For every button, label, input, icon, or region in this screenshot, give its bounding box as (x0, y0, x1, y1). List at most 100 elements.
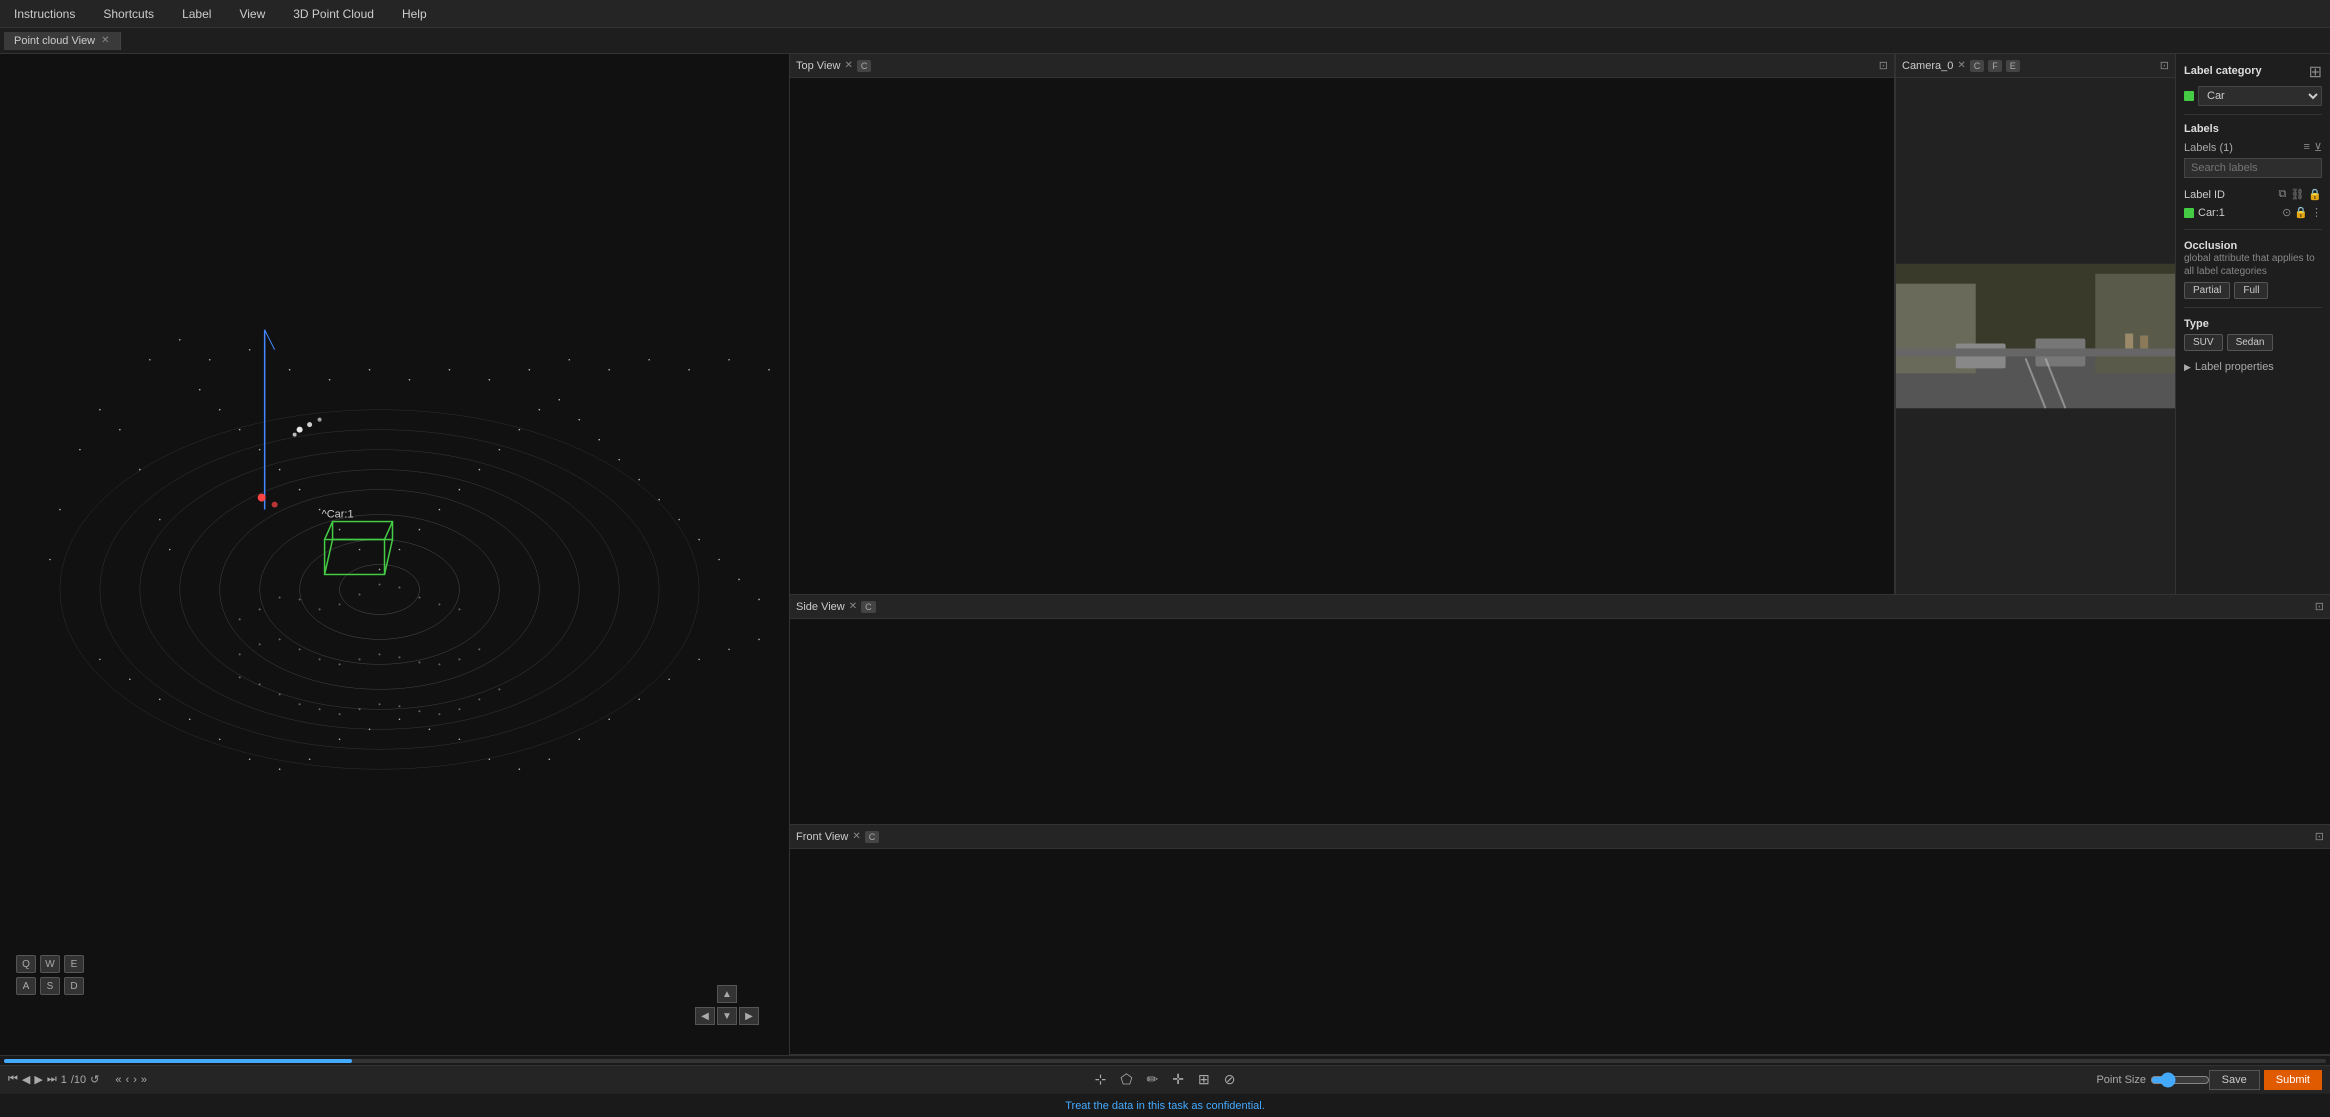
type-sedan-button[interactable]: Sedan (2227, 334, 2274, 351)
select-tool-icon[interactable]: ⊹ (1091, 1069, 1111, 1090)
prev-frame-button[interactable]: ◀ (22, 1073, 30, 1086)
label-id-header-icons: ⧉ ⛓ 🔒 (2278, 188, 2322, 201)
occlusion-title: Occlusion (2184, 240, 2237, 252)
camera-image-svg (1896, 78, 2175, 594)
timeline-track[interactable] (4, 1059, 2326, 1063)
menu-instructions[interactable]: Instructions (8, 5, 81, 23)
menu-help[interactable]: Help (396, 5, 433, 23)
front-view-expand[interactable]: ⊡ (2315, 830, 2324, 843)
save-button[interactable]: Save (2209, 1070, 2260, 1090)
label-id-title: Label ID (2184, 189, 2225, 201)
label-copy-icon[interactable]: ⧉ (2278, 188, 2286, 201)
label-item-lock-icon[interactable]: 🔒 (2294, 206, 2308, 219)
top-view-badge[interactable]: C (857, 60, 872, 72)
next-button[interactable]: › (133, 1074, 137, 1086)
label-item-more-icon[interactable]: ⋮ (2311, 206, 2322, 219)
label-props-chevron: ▶ (2184, 362, 2191, 373)
filter-icon[interactable]: ⊻ (2314, 141, 2322, 154)
crosshair-tool-icon[interactable]: ✛ (1168, 1069, 1188, 1090)
frame-current: 1 (61, 1074, 67, 1086)
side-view-badge[interactable]: C (861, 601, 876, 613)
type-suv-button[interactable]: SUV (2184, 334, 2223, 351)
camera-close[interactable]: ✕ (1957, 60, 1965, 71)
camera-header-icons: ⊡ (2160, 59, 2169, 72)
prev-button[interactable]: ‹ (126, 1074, 130, 1086)
camera-badge-f[interactable]: F (1988, 60, 2002, 72)
camera-expand[interactable]: ⊡ (2160, 59, 2169, 72)
top-view-close[interactable]: ✕ (844, 60, 852, 71)
tab-label: Point cloud View (14, 35, 95, 47)
label-id-header: Label ID ⧉ ⛓ 🔒 (2184, 188, 2322, 201)
reset-button[interactable]: ↺ (90, 1073, 99, 1086)
key-s: S (40, 977, 60, 995)
nav-down-button[interactable]: ▼ (717, 1007, 737, 1025)
tab-close-icon[interactable]: ✕ (101, 35, 109, 46)
occlusion-desc: global attribute that applies to all lab… (2184, 252, 2322, 278)
side-view-row: Side View ✕ C ⊡ (790, 595, 2330, 825)
key-e: E (64, 955, 84, 973)
skip-end-button[interactable]: ⏭ (47, 1073, 57, 1086)
top-view-plus-camera: Top View ✕ C ⊡ Camera_0 ✕ C (790, 54, 2175, 594)
occlusion-full-button[interactable]: Full (2234, 282, 2268, 299)
skip-start-button[interactable]: ⏮ (8, 1073, 18, 1086)
label-category-row: Car (2184, 86, 2322, 106)
side-view-panel: Side View ✕ C ⊡ (790, 595, 2330, 824)
menu-3d-point-cloud[interactable]: 3D Point Cloud (287, 5, 380, 23)
label-item-visible-icon[interactable]: ⊙ (2282, 206, 2291, 219)
camera-badge-e[interactable]: E (2006, 60, 2020, 72)
sort-icon[interactable]: ≡ (2304, 141, 2310, 154)
camera-badge-c[interactable]: C (1970, 60, 1985, 72)
filter-icons: ≡ ⊻ (2304, 141, 2322, 154)
front-view-close[interactable]: ✕ (852, 831, 860, 842)
tab-point-cloud-view[interactable]: Point cloud View ✕ (4, 32, 121, 50)
category-color-dot (2184, 91, 2194, 101)
label-category-select[interactable]: Car (2198, 86, 2322, 106)
occlusion-partial-button[interactable]: Partial (2184, 282, 2230, 299)
prev-prev-button[interactable]: « (115, 1074, 121, 1086)
polygon-tool-icon[interactable]: ⬠ (1116, 1069, 1136, 1090)
transform-tool-icon[interactable]: ⊘ (1220, 1069, 1240, 1090)
top-view-title: Top View (796, 60, 840, 72)
label-item-car1: Car:1 ⊙ 🔒 ⋮ (2184, 204, 2322, 221)
submit-button[interactable]: Submit (2264, 1070, 2322, 1090)
type-title: Type (2184, 318, 2209, 330)
point-size-label: Point Size (2096, 1074, 2146, 1086)
label-panel-settings-icon[interactable]: ⊞ (2309, 62, 2322, 82)
side-view-title: Side View (796, 601, 845, 613)
front-view-header: Front View ✕ C ⊡ (790, 825, 2330, 849)
nav-right-button[interactable]: ▶ (739, 1007, 759, 1025)
label-link-icon[interactable]: ⛓ (2290, 188, 2304, 201)
play-button[interactable]: ▶ (34, 1073, 42, 1086)
toolbar-center-icons: ⊹ ⬠ ✏ ✛ ⊞ ⊘ (1091, 1069, 1240, 1090)
front-view-badge[interactable]: C (865, 831, 880, 843)
search-labels-input[interactable] (2184, 158, 2322, 178)
right-section: Top View ✕ C ⊡ Camera_0 ✕ C (790, 54, 2330, 1055)
panel-divider-1 (2184, 114, 2322, 115)
side-view-expand[interactable]: ⊡ (2315, 600, 2324, 613)
label-props-row[interactable]: ▶ Label properties (2184, 361, 2322, 373)
label-category-title: Label category (2184, 65, 2262, 77)
side-view-header: Side View ✕ C ⊡ (790, 595, 2330, 619)
side-view-close[interactable]: ✕ (849, 601, 857, 612)
box-tool-icon[interactable]: ⊞ (1194, 1069, 1214, 1090)
top-view-icons: ⊡ (1879, 59, 1888, 72)
front-view-panel: Front View ✕ C ⊡ (790, 825, 2330, 1054)
next-next-button[interactable]: » (141, 1074, 147, 1086)
menu-label[interactable]: Label (176, 5, 217, 23)
keyboard-hints: Q W E A S D (16, 955, 84, 995)
label-lock-icon[interactable]: 🔒 (2308, 188, 2322, 201)
type-buttons: SUV Sedan (2184, 334, 2322, 351)
top-view-expand[interactable]: ⊡ (1879, 59, 1888, 72)
front-view-canvas (790, 849, 2330, 1054)
menu-shortcuts[interactable]: Shortcuts (97, 5, 160, 23)
panel-divider-3 (2184, 307, 2322, 308)
nav-up-button[interactable]: ▲ (717, 985, 737, 1003)
nav-left-button[interactable]: ◀ (695, 1007, 715, 1025)
label-props-text: Label properties (2195, 361, 2274, 373)
point-size-slider[interactable] (2150, 1072, 2210, 1088)
label-category-section: Label category ⊞ Car (2184, 62, 2322, 106)
paint-tool-icon[interactable]: ✏ (1142, 1069, 1162, 1090)
menu-view[interactable]: View (233, 5, 271, 23)
menu-bar: Instructions Shortcuts Label View 3D Poi… (0, 0, 2330, 28)
label-panel: Label category ⊞ Car Labels (2175, 54, 2330, 594)
